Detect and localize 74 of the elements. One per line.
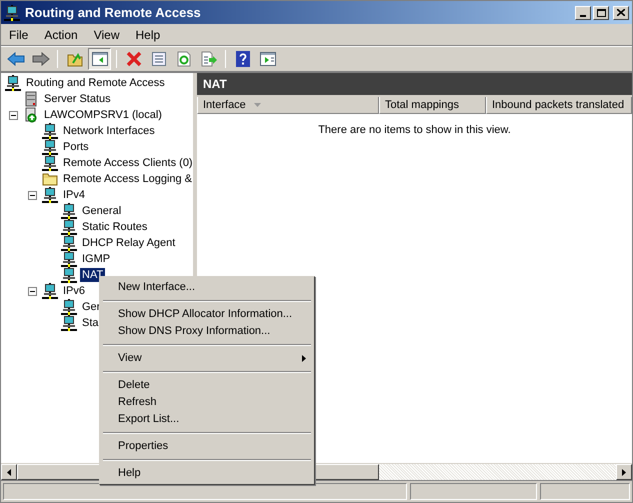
- network-node-icon: [5, 75, 21, 91]
- collapse-toggle[interactable]: [28, 286, 37, 296]
- refresh-icon: [176, 51, 192, 67]
- tree-item[interactable]: Remote Access Logging &: [61, 172, 193, 186]
- maximize-button[interactable]: [593, 6, 609, 20]
- export-list-icon: [200, 51, 216, 67]
- tree-item[interactable]: Server Status: [42, 92, 113, 106]
- collapse-toggle[interactable]: [9, 110, 18, 120]
- close-icon: [617, 9, 625, 16]
- tree-item[interactable]: NAT: [80, 268, 106, 282]
- tree-item[interactable]: Network Interfaces: [61, 124, 157, 138]
- close-button[interactable]: [613, 6, 629, 20]
- pane-title: NAT: [203, 76, 227, 93]
- forward-arrow-icon: [32, 52, 50, 66]
- tree-item[interactable]: Ger: [80, 300, 102, 314]
- network-node-icon: [42, 187, 58, 203]
- tree-button[interactable]: [88, 48, 111, 70]
- properties-icon: [150, 51, 166, 67]
- context-menu-item[interactable]: Delete: [102, 377, 312, 394]
- tree-item[interactable]: IGMP: [80, 252, 112, 266]
- scroll-right-button[interactable]: [616, 464, 632, 480]
- submenu-arrow-icon: [302, 355, 306, 362]
- empty-message: There are no items to show in this view.: [318, 123, 511, 138]
- menu-item[interactable]: View: [86, 26, 128, 44]
- network-node-icon: [61, 267, 77, 283]
- context-menu-item[interactable]: New Interface...: [102, 279, 312, 296]
- scroll-left-button[interactable]: [1, 464, 17, 480]
- network-node-icon: [4, 4, 20, 20]
- network-node-icon: [61, 299, 77, 315]
- network-node-icon: [61, 235, 77, 251]
- tree-item[interactable]: Sta: [80, 316, 101, 330]
- network-node-icon: [42, 123, 58, 139]
- context-menu-item[interactable]: Refresh: [102, 394, 312, 411]
- tree-item[interactable]: Routing and Remote Access: [24, 76, 167, 90]
- network-node-icon: [42, 139, 58, 155]
- server-icon: [23, 91, 39, 107]
- menu-item[interactable]: Action: [36, 26, 86, 44]
- column-header[interactable]: Interface: [197, 97, 379, 114]
- network-node-icon: [42, 155, 58, 171]
- menu-item[interactable]: File: [1, 26, 36, 44]
- left-arrow-icon: [7, 468, 11, 476]
- right-arrow-icon: [622, 468, 626, 476]
- collapse-toggle[interactable]: [28, 190, 37, 200]
- context-menu-item[interactable]: View: [102, 350, 312, 367]
- column-header[interactable]: Inbound packets translated: [486, 97, 632, 114]
- tree-pane-icon: [92, 51, 108, 67]
- menu-item[interactable]: Help: [128, 26, 168, 44]
- tree-item[interactable]: IPv6: [61, 284, 88, 298]
- tree-item[interactable]: General: [80, 204, 124, 218]
- network-node-icon: [61, 315, 77, 331]
- action-pane-icon: [260, 51, 276, 67]
- tree-item[interactable]: Static Routes: [80, 220, 150, 234]
- network-node-icon: [61, 219, 77, 235]
- network-node-icon: [61, 251, 77, 267]
- delete-icon: [126, 51, 142, 67]
- tree-item[interactable]: Ports: [61, 140, 91, 154]
- tree-item[interactable]: DHCP Relay Agent: [80, 236, 178, 250]
- tree-item[interactable]: Remote Access Clients (0): [61, 156, 193, 170]
- tree-item[interactable]: IPv4: [61, 188, 88, 202]
- context-menu-item[interactable]: Show DNS Proxy Information...: [102, 323, 312, 340]
- network-node-icon: [61, 203, 77, 219]
- help-icon: [234, 51, 250, 67]
- window-title: Routing and Remote Access: [25, 4, 202, 22]
- server-icon: [23, 107, 39, 123]
- tree-item[interactable]: LAWCOMPSRV1 (local): [42, 108, 164, 122]
- minimize-button[interactable]: [575, 6, 591, 20]
- context-menu-item[interactable]: Properties: [102, 438, 312, 455]
- folder-icon: [42, 171, 58, 187]
- network-node-icon: [42, 283, 58, 299]
- back-arrow-icon: [6, 52, 24, 66]
- folder-up-icon: [66, 51, 82, 67]
- context-menu-item[interactable]: Export List...: [102, 411, 312, 428]
- context-menu-item[interactable]: Show DHCP Allocator Information...: [102, 306, 312, 323]
- column-header[interactable]: Total mappings: [379, 97, 486, 114]
